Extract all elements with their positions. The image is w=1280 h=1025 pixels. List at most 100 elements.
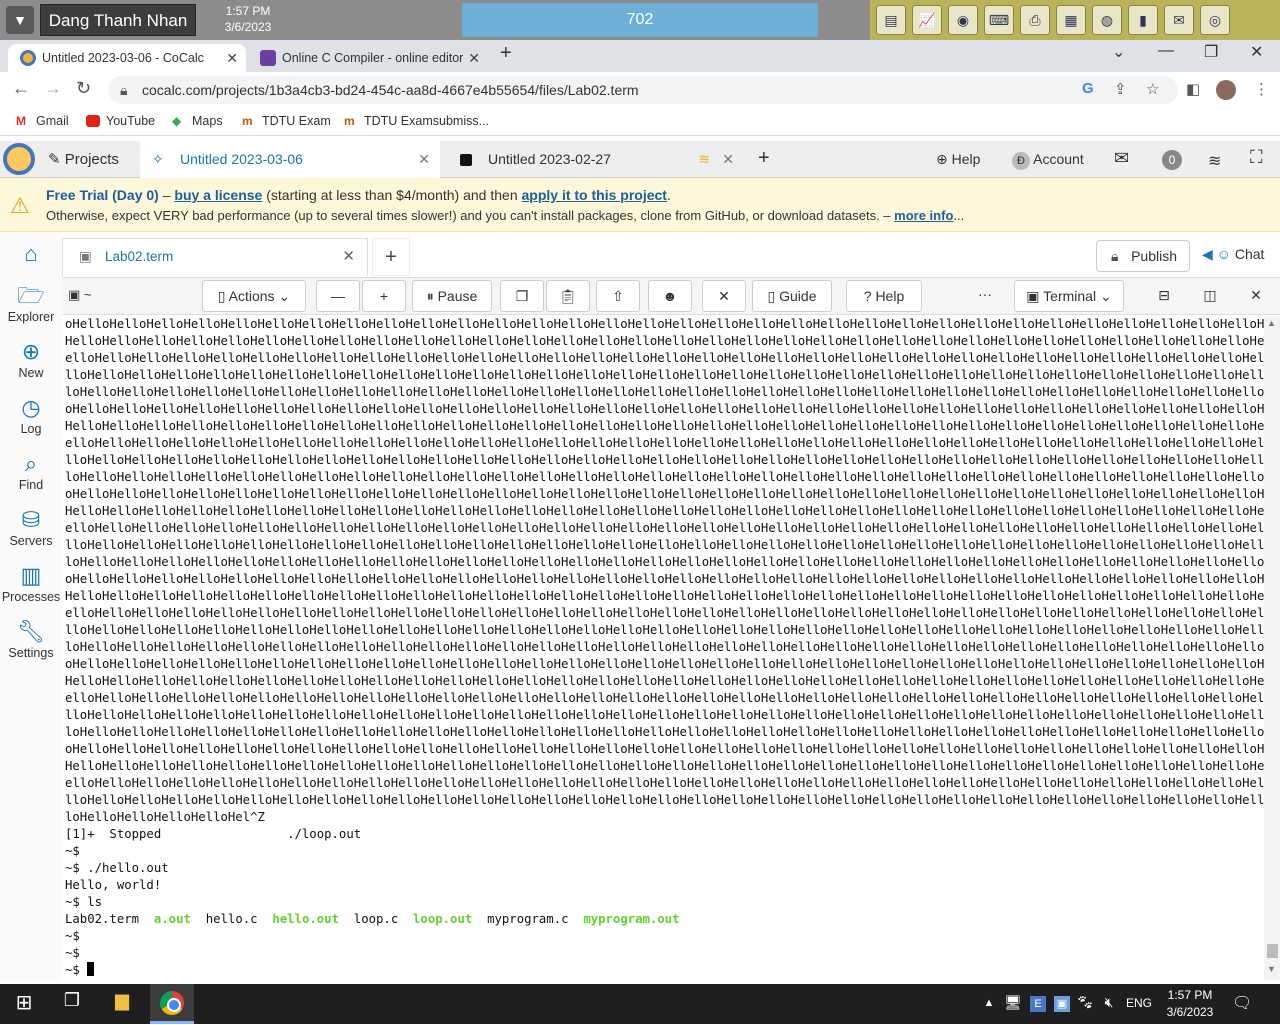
split-horizontal-button[interactable]: ⊟ — [1144, 280, 1184, 312]
add-project-tab-button[interactable]: + — [758, 147, 770, 170]
chat-button[interactable]: ◀ ☺ Chat — [1202, 246, 1264, 263]
network-tray-icon[interactable]: 🖥︎ — [1004, 994, 1022, 1022]
close-icon[interactable]: ✕ — [226, 44, 238, 72]
minimize-button[interactable]: — — [1158, 42, 1174, 60]
menu-icon[interactable]: ⋮ — [1254, 80, 1269, 98]
actions-dropdown[interactable]: ▯ Actions ⌄ — [202, 280, 306, 312]
globe-icon[interactable]: ◍ — [1092, 5, 1122, 35]
new-file-tab-button[interactable]: + — [372, 238, 410, 276]
terminal-scrollbar[interactable]: ▲ ▼ — [1264, 316, 1280, 980]
close-icon[interactable]: ✕ — [468, 44, 480, 72]
close-icon[interactable]: ✕ — [722, 141, 734, 178]
keyboard-icon[interactable]: ⌨ — [984, 5, 1014, 35]
fullscreen-icon[interactable]: ⛶ — [1250, 147, 1263, 168]
projects-button[interactable]: ✎ Projects — [48, 150, 119, 168]
project-tab-inactive[interactable]: Untitled 2023-02-27 ≋ ✕ — [448, 141, 744, 178]
language-indicator[interactable]: ENG — [1126, 996, 1152, 1010]
file-tab-lab02[interactable]: ▣ Lab02.term ✕ — [62, 238, 368, 276]
back-icon[interactable]: ← — [12, 78, 30, 99]
forward-icon[interactable]: → — [44, 78, 62, 99]
sidebar-item-settings[interactable]: 🔧︎ Settings — [0, 618, 62, 660]
buy-license-link[interactable]: buy a license — [174, 187, 262, 203]
active-prompt-line[interactable]: ~$ — [65, 962, 95, 977]
split-vertical-button[interactable]: ◫ — [1190, 280, 1230, 312]
window-icon[interactable]: ▦ — [1056, 5, 1086, 35]
copy-button[interactable]: ❐ — [500, 280, 544, 312]
more-info-link[interactable]: more info — [894, 208, 953, 223]
help-toolbar-button[interactable]: ? Help — [846, 280, 922, 312]
scroll-down-icon[interactable]: ▼ — [1267, 964, 1276, 974]
chrome-taskbar-button[interactable] — [150, 984, 194, 1024]
file-explorer-icon[interactable]: ▆ — [110, 990, 134, 1018]
terminal-output[interactable]: oHelloHelloHelloHelloHelloHelloHelloHell… — [62, 316, 1264, 980]
printer-icon[interactable]: ⎙ — [1020, 5, 1050, 35]
profile-avatar[interactable] — [1216, 80, 1236, 100]
share-icon[interactable]: ⇪ — [1114, 80, 1127, 98]
kick-users-button[interactable]: ✕ — [702, 280, 746, 312]
account-button[interactable]: Đ Account — [1012, 151, 1084, 170]
tray-expand-icon[interactable]: ▲ — [982, 997, 996, 1025]
app-logo-icon[interactable]: ▼ — [6, 6, 34, 34]
new-tab-button[interactable]: + — [500, 42, 512, 65]
help-button[interactable]: ⊕ Help — [936, 151, 980, 168]
tab-search-icon[interactable]: ⌄ — [1112, 42, 1125, 62]
pause-button[interactable]: ⏸︎ Pause — [412, 280, 492, 312]
window-close-button[interactable]: ✕ — [1250, 42, 1263, 62]
more-button[interactable]: ··· — [978, 286, 992, 302]
taskbar-clock[interactable]: 1:57 PM 3/6/2023 — [1160, 987, 1220, 1021]
notification-badge[interactable]: 0 — [1162, 150, 1182, 170]
publish-button[interactable]: 🔒︎ Publish — [1096, 240, 1190, 272]
lock-icon[interactable]: 🔒︎ — [120, 76, 127, 104]
pet-tray-icon[interactable]: 🐾︎ — [1076, 994, 1094, 1022]
mail-icon[interactable]: ✉ — [1114, 148, 1129, 169]
message-icon[interactable]: ✉ — [1164, 5, 1194, 35]
scroll-up-icon[interactable]: ▲ — [1267, 318, 1276, 328]
sidebar-item-new[interactable]: ⊕ New — [0, 338, 62, 380]
bookmark-maps[interactable]: ◆ Maps — [172, 114, 223, 128]
connection-icon[interactable]: ≋ — [1208, 151, 1221, 171]
zoom-out-button[interactable]: — — [316, 280, 360, 312]
task-view-icon[interactable]: ❐ — [60, 990, 84, 1018]
apply-license-link[interactable]: apply it to this project — [522, 187, 667, 203]
terminal-dropdown[interactable]: ▣ Terminal ⌄ — [1014, 280, 1124, 312]
bookmark-tdtu-examsubmission[interactable]: m TDTU Examsubmiss... — [344, 114, 489, 128]
cabinet-icon[interactable]: ▤ — [876, 5, 906, 35]
cocalc-logo-icon[interactable] — [3, 143, 35, 175]
robot-button[interactable]: ☻ — [648, 280, 692, 312]
close-frame-button[interactable]: ✕ — [1236, 280, 1276, 312]
home-button[interactable]: ⌂ — [0, 240, 62, 268]
sidebar-item-processes[interactable]: ▥ Processes — [0, 562, 62, 604]
reload-icon[interactable]: ↻ — [76, 78, 91, 99]
google-icon[interactable]: G — [1082, 80, 1094, 97]
rocket-button[interactable]: ⇧ — [596, 280, 640, 312]
zoom-in-button[interactable]: + — [362, 280, 406, 312]
project-tab-active[interactable]: ✧ Untitled 2023-03-06 ✕ — [140, 141, 440, 178]
sidebar-item-servers[interactable]: ⛁ Servers — [0, 506, 62, 548]
sidebar-item-log[interactable]: ◷ Log — [0, 394, 62, 436]
windows-start-icon[interactable]: ⊞ — [12, 990, 36, 1018]
app-tray-icon[interactable]: E — [1030, 996, 1046, 1012]
guide-button[interactable]: ▯ Guide — [752, 280, 832, 312]
volume-muted-icon[interactable]: 🔇︎ — [1100, 994, 1118, 1022]
book-icon[interactable]: ▮ — [1128, 5, 1158, 35]
user-tray-icon[interactable]: ▣ — [1054, 996, 1070, 1012]
sidebar-item-find[interactable]: ⌕ Find — [0, 450, 62, 492]
sidebar-item-explorer[interactable]: 🗁︎ Explorer — [0, 282, 62, 324]
bookmark-youtube[interactable]: YouTube — [86, 114, 155, 128]
scroll-thumb[interactable] — [1267, 944, 1278, 958]
notification-center-icon[interactable]: 🗨︎ — [1232, 993, 1252, 1021]
sidepanel-icon[interactable]: ◧ — [1186, 80, 1200, 98]
chart-icon[interactable]: 📈 — [912, 5, 942, 35]
browser-tab-compiler[interactable]: Online C Compiler - online editor ✕ — [248, 44, 488, 72]
bookmark-tdtu-exam[interactable]: m TDTU Exam — [242, 114, 331, 128]
url-bar[interactable]: 🔒︎ cocalc.com/projects/1b3a4cb3-bd24-454… — [108, 76, 1178, 104]
star-icon[interactable]: ☆ — [1146, 80, 1159, 98]
lifebuoy-icon[interactable]: ◎ — [1200, 5, 1230, 35]
restore-button[interactable]: ❐ — [1204, 42, 1218, 62]
browser-tab-cocalc[interactable]: Untitled 2023-03-06 - CoCalc ✕ — [8, 44, 246, 72]
disc-icon[interactable]: ◉ — [948, 5, 978, 35]
close-icon[interactable]: ✕ — [418, 141, 430, 178]
close-icon[interactable]: ✕ — [342, 239, 355, 275]
paste-button[interactable]: 📋︎ — [546, 280, 590, 312]
bookmark-gmail[interactable]: M Gmail — [16, 114, 69, 128]
